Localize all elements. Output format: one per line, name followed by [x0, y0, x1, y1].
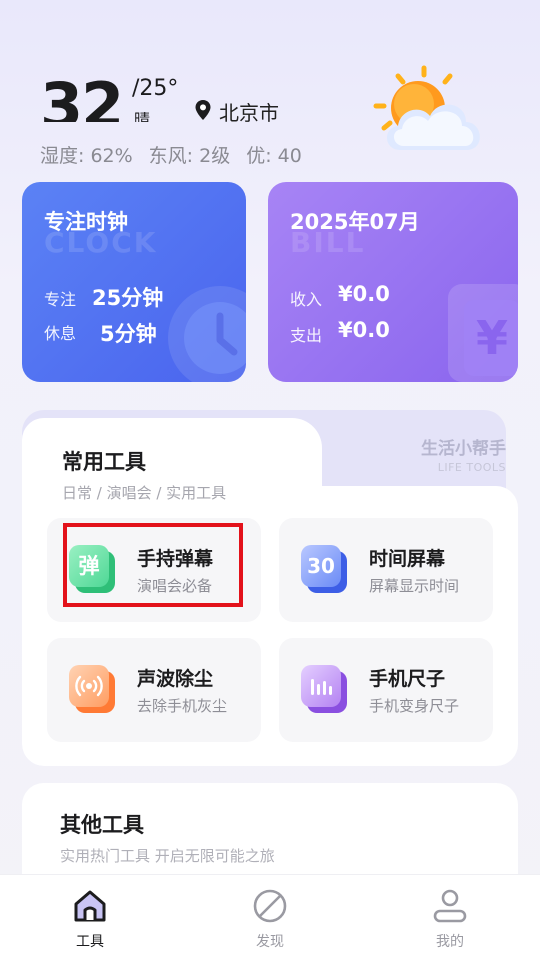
rest-duration: 5分钟: [100, 322, 157, 346]
focus-label: 专注: [44, 290, 77, 309]
nav-profile[interactable]: 我的: [405, 887, 495, 951]
weather-header: 32 /25° 晴 北京市 湿度: 62% 东风: 2级 优: 40: [0, 0, 540, 175]
sunny-cloudy-icon: [373, 65, 480, 150]
expense-label: 支出: [290, 326, 323, 345]
clock-icon: [168, 286, 246, 382]
section-subtitle: 实用热门工具 开启无限可能之旅: [60, 847, 275, 865]
monthly-bill-card[interactable]: BILL 2025年07月 收入 ¥0.0 支出 ¥0.0 ¥: [268, 182, 518, 382]
tool-desc: 去除手机灰尘: [137, 697, 228, 715]
tool-desc: 手机变身尺子: [369, 697, 460, 715]
tool-time-screen[interactable]: 30 时间屏幕 屏幕显示时间: [279, 518, 493, 622]
yuan-icon: ¥: [464, 300, 518, 376]
card-title: 2025年07月: [290, 210, 420, 234]
wind-stat: 东风: 2级: [148, 145, 231, 167]
life-tools-label: 生活小帮手: [421, 439, 506, 459]
city-name[interactable]: 北京市: [219, 97, 279, 126]
nav-label: 工具: [76, 934, 104, 950]
section-title: 常用工具: [62, 450, 146, 474]
user-icon: [433, 889, 467, 923]
focus-duration: 25分钟: [92, 286, 164, 310]
humidity-stat: 湿度: 62%: [40, 145, 133, 167]
nav-discover[interactable]: 发现: [225, 887, 315, 951]
selection-highlight: [63, 523, 243, 607]
weather-stats: 湿度: 62% 东风: 2级 优: 40: [40, 141, 318, 168]
temperature-range: /25°: [132, 76, 179, 101]
tool-desc: 屏幕显示时间: [369, 577, 460, 595]
sound-wave-icon: [69, 665, 115, 715]
air-quality-stat: 优: 40: [246, 145, 302, 167]
home-icon: [74, 890, 106, 922]
focus-clock-card[interactable]: CLOCK 专注时钟 专注 25分钟 休息 5分钟: [22, 182, 246, 382]
section-title: 其他工具: [60, 813, 144, 837]
card-title: 专注时钟: [44, 210, 128, 234]
rest-label: 休息: [44, 324, 77, 343]
tool-name: 手机尺子: [369, 668, 446, 690]
life-tools-sublabel: LIFE TOOLS: [437, 461, 506, 474]
ruler-icon: [301, 665, 347, 715]
nav-tools[interactable]: 工具: [45, 887, 135, 951]
life-tools-tab[interactable]: 生活小帮手 LIFE TOOLS: [421, 434, 506, 474]
income-label: 收入: [290, 290, 323, 309]
nav-label: 发现: [256, 934, 284, 950]
tool-sonic-cleaner[interactable]: 声波除尘 去除手机灰尘: [47, 638, 261, 742]
nav-label: 我的: [436, 934, 464, 950]
time-screen-icon: 30: [301, 545, 347, 595]
leaf-compass-icon: [253, 889, 287, 923]
section-subtitle: 日常 / 演唱会 / 实用工具: [62, 484, 227, 502]
tool-phone-ruler[interactable]: 手机尺子 手机变身尺子: [279, 638, 493, 742]
tool-name: 声波除尘: [137, 668, 214, 690]
weather-condition: 晴: [134, 112, 151, 122]
income-value: ¥0.0: [338, 282, 390, 306]
bottom-nav: 工具 发现 我的: [0, 874, 540, 960]
tool-name: 时间屏幕: [369, 548, 446, 570]
temperature: 32: [40, 70, 124, 122]
expense-value: ¥0.0: [338, 318, 390, 342]
location-pin-icon: [195, 100, 211, 120]
